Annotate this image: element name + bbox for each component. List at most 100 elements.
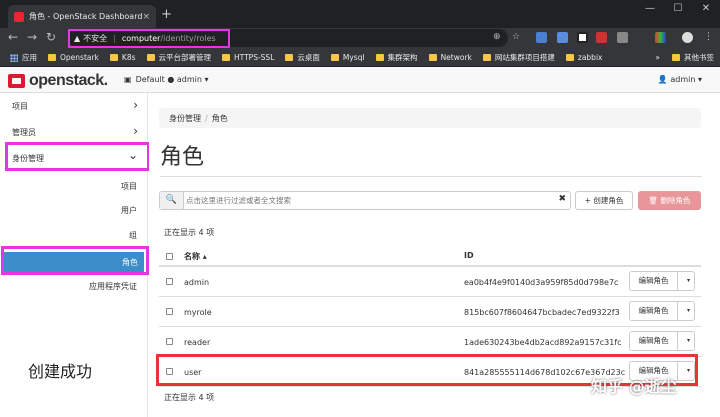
role-id: 1ade630243be4db2acd892a9157c31fc	[464, 338, 622, 347]
table-header: 名称 ▴ ID	[159, 245, 701, 267]
other-bookmarks[interactable]: » 其他书签	[655, 52, 714, 63]
bookmark-label: Mysql	[342, 53, 365, 62]
folder-icon	[109, 54, 118, 61]
bookmark-label: HTTPS-SSL	[234, 53, 275, 62]
table-row: admin ea0b4f4e9f0140d3a959f85d0d798e7c 编辑角…	[159, 267, 701, 297]
bookmark-item[interactable]: 应用	[10, 52, 37, 63]
create-role-button[interactable]: + 创建角色	[575, 191, 633, 210]
project-selector[interactable]: ▣ Default ● admin ▾	[124, 75, 208, 84]
row-checkbox[interactable]	[166, 278, 173, 285]
chevron-right-icon: ›	[133, 124, 138, 138]
breadcrumb-separator: /	[205, 114, 208, 123]
sidebar-sub-projects[interactable]: 项目	[121, 181, 137, 192]
bookmark-label: 网站集群项目搭建	[494, 53, 555, 62]
folder-icon	[565, 54, 574, 61]
bookmark-item[interactable]: 云桌面	[285, 52, 320, 63]
openstack-logo-icon	[8, 74, 25, 88]
search-input[interactable]	[186, 194, 550, 207]
browser-tab[interactable]: 角色 - OpenStack Dashboard ×	[8, 5, 156, 28]
clear-icon[interactable]: ✖	[558, 194, 566, 204]
browser-titlebar: 角色 - OpenStack Dashboard × + — ☐ ✕	[0, 0, 720, 28]
user-menu[interactable]: 👤 admin ▾	[658, 75, 702, 84]
back-button[interactable]: ←	[8, 30, 18, 44]
edit-role-button[interactable]: 编辑角色	[630, 332, 678, 350]
bookmark-item[interactable]: HTTPS-SSL	[222, 53, 274, 62]
bookmarks-bar: 应用 Openstark K8s 云平台部署管理 HTTPS-SSL 云桌面 Mysql 集群…	[0, 49, 720, 67]
bookmark-item[interactable]: 网站集群项目搭建	[482, 52, 555, 63]
row-checkbox[interactable]	[166, 308, 173, 315]
bookmark-item[interactable]: Network	[428, 53, 472, 62]
extension-icon[interactable]	[596, 32, 607, 43]
bookmark-item[interactable]: Openstark	[48, 53, 99, 62]
table-row: reader 1ade630243be4db2acd892a9157c31fc 编辑…	[159, 327, 701, 357]
extension-icon[interactable]	[557, 32, 568, 43]
window-controls: — ☐ ✕	[636, 0, 720, 20]
extension-icon[interactable]	[536, 32, 547, 43]
title-divider	[160, 176, 702, 177]
other-bookmarks-label: 其他书签	[684, 53, 714, 62]
sidebar-sub-users[interactable]: 用户	[121, 205, 137, 216]
menu-dots-icon[interactable]: ⋮	[704, 32, 713, 42]
extension-icon[interactable]	[655, 32, 666, 43]
caret-down-icon[interactable]: ▾	[687, 277, 690, 284]
project-icon: ▣	[124, 75, 132, 84]
url-highlight-box	[68, 29, 230, 48]
breadcrumb: 身份管理 / 角色	[159, 108, 701, 128]
breadcrumb-identity[interactable]: 身份管理	[169, 114, 201, 123]
item-count-bottom: 正在显示 4 项	[164, 393, 215, 402]
user-label: admin ▾	[670, 75, 702, 84]
role-name: admin	[184, 278, 210, 287]
watermark: 知乎 @逝尘	[591, 377, 677, 396]
row-checkbox[interactable]	[166, 338, 173, 345]
sidebar-sub-groups[interactable]: 组	[129, 230, 137, 241]
bookmark-label: 云平台部署管理	[158, 53, 212, 62]
row-actions: 编辑角色 ▾	[629, 331, 695, 351]
close-window-button[interactable]: ✕	[692, 0, 720, 20]
extension-icon[interactable]	[617, 32, 628, 43]
maximize-button[interactable]: ☐	[664, 0, 692, 20]
tab-close-icon[interactable]: ×	[142, 12, 150, 22]
reload-button[interactable]: ↻	[46, 30, 56, 44]
edit-role-button[interactable]: 编辑角色	[630, 302, 678, 320]
zoom-icon[interactable]: ⊕	[493, 32, 501, 42]
identity-highlight-box	[5, 142, 150, 171]
openstack-logo[interactable]: openstack.	[8, 72, 108, 90]
column-header-name[interactable]: 名称 ▴	[184, 251, 207, 262]
profile-avatar[interactable]	[682, 32, 693, 43]
bookmark-item[interactable]: K8s	[109, 53, 136, 62]
sidebar-item-label: 项目	[12, 102, 28, 111]
delete-roles-button[interactable]: 🗑 删除角色	[638, 191, 701, 210]
folder-icon	[222, 54, 231, 61]
bookmark-label: Network	[440, 53, 472, 62]
bookmark-item[interactable]: 云平台部署管理	[146, 52, 212, 63]
sidebar-item-project[interactable]: 项目 ›	[0, 93, 148, 119]
page-title: 角色	[160, 145, 205, 170]
select-all-checkbox[interactable]	[166, 253, 173, 260]
chevron-right-icon: ›	[133, 98, 138, 112]
logo-text: openstack.	[29, 72, 108, 89]
forward-button[interactable]: →	[27, 30, 37, 44]
role-id: 815bc607f8604647bcbadec7ed9322f3	[464, 308, 620, 317]
success-annotation: 创建成功	[28, 362, 93, 381]
minimize-button[interactable]: —	[636, 0, 664, 20]
search-icon[interactable]: 🔍	[160, 192, 184, 209]
overflow-chevron-icon[interactable]: »	[655, 53, 660, 62]
caret-down-icon[interactable]: ▾	[687, 337, 690, 344]
sidebar-sub-credentials[interactable]: 应用程序凭证	[89, 281, 137, 292]
star-icon[interactable]: ☆	[512, 32, 520, 42]
caret-down-icon[interactable]: ▾	[687, 307, 690, 314]
column-header-id: ID	[464, 251, 474, 260]
bookmark-item[interactable]: Mysql	[330, 53, 365, 62]
breadcrumb-roles: 角色	[211, 114, 228, 123]
role-id: ea0b4f4e9f0140d3a959f85d0d798e7c	[464, 278, 619, 287]
folder-icon	[672, 54, 680, 61]
bookmark-item[interactable]: 集群架构	[375, 52, 418, 63]
bookmark-item[interactable]: zabbix	[565, 53, 602, 62]
new-tab-button[interactable]: +	[161, 7, 172, 22]
bookmark-label: 云桌面	[297, 53, 320, 62]
folder-icon	[330, 54, 339, 61]
project-label: Default ● admin ▾	[135, 75, 209, 84]
edit-role-button[interactable]: 编辑角色	[630, 272, 678, 290]
extension-icon[interactable]	[577, 32, 588, 43]
bookmark-label: K8s	[121, 53, 136, 62]
